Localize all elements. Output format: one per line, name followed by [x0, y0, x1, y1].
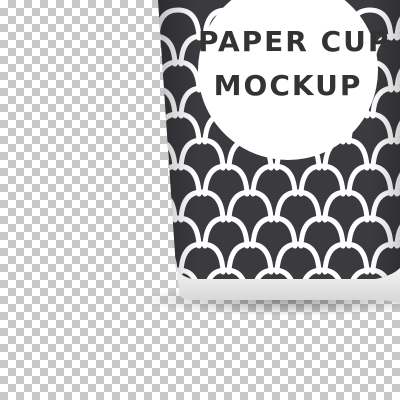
scallop-arc: [109, 270, 151, 298]
transparent-checkerboard-background: PAPER CUP MOCKUP: [0, 0, 400, 400]
scallop-arc: [109, 218, 151, 246]
scallop-arc: [109, 10, 151, 38]
scallop-arc: [109, 114, 151, 142]
label-line-1: PAPER CUP: [198, 25, 391, 58]
label-line-2: MOCKUP: [213, 69, 363, 102]
cup-label-text: PAPER CUP MOCKUP: [198, 20, 391, 108]
scallop-arc: [109, 62, 151, 90]
scallop-arc: [158, 241, 178, 275]
scallop-arc: [109, 166, 151, 194]
scallop-arc: [158, 189, 178, 223]
